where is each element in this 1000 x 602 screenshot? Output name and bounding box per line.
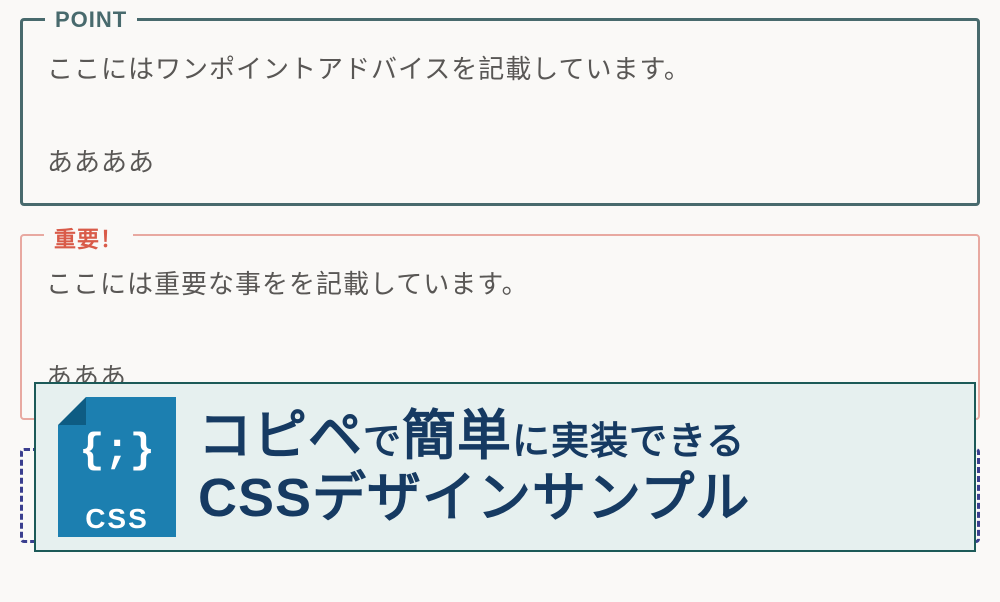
banner-line1-seg2: で	[363, 421, 402, 463]
braces-icon: {;}	[58, 427, 176, 475]
banner-line2: CSSデザインサンプル	[198, 467, 750, 529]
callout-point-text-2: ああああ	[47, 142, 953, 179]
banner-line1-seg1: コピペ	[198, 406, 363, 466]
callout-point-label: POINT	[45, 7, 137, 33]
callout-point: POINT ここにはワンポイントアドバイスを記載しています。 ああああ	[20, 18, 980, 206]
css-tag-label: CSS	[58, 501, 176, 537]
callout-important-text-1: ここには重要な事をを記載しています。	[46, 264, 954, 301]
banner-line1-seg3: 簡単	[402, 406, 512, 466]
callout-important-label: 重要！	[44, 222, 133, 254]
banner-line1-seg4: に実装できる	[512, 421, 745, 463]
banner-text: コピペで簡単に実装できる CSSデザインサンプル	[198, 405, 750, 529]
css-file-icon: {;} CSS	[58, 397, 176, 537]
overlay-banner: {;} CSS コピペで簡単に実装できる CSSデザインサンプル	[34, 382, 976, 552]
callout-point-text-1: ここにはワンポイントアドバイスを記載しています。	[47, 49, 953, 86]
